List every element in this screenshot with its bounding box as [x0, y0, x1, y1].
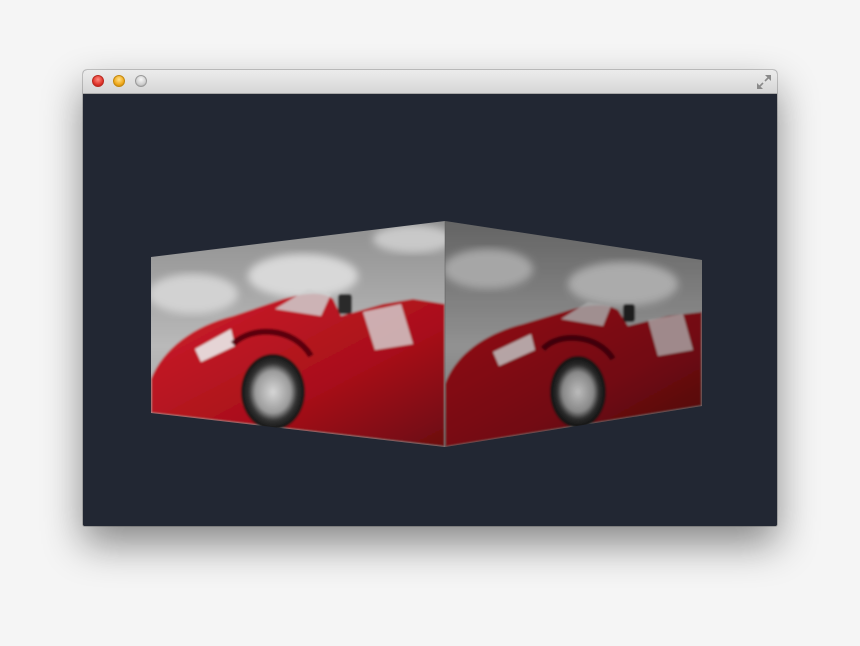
minimize-button[interactable] [113, 75, 125, 87]
cube-left-face [151, 221, 445, 447]
cube-scene [151, 221, 702, 447]
title-bar[interactable] [83, 70, 777, 94]
zoom-button[interactable] [135, 75, 147, 87]
render-canvas[interactable] [83, 94, 777, 526]
fullscreen-arrows-icon[interactable] [755, 73, 773, 91]
close-button[interactable] [92, 75, 104, 87]
app-window [83, 70, 777, 526]
